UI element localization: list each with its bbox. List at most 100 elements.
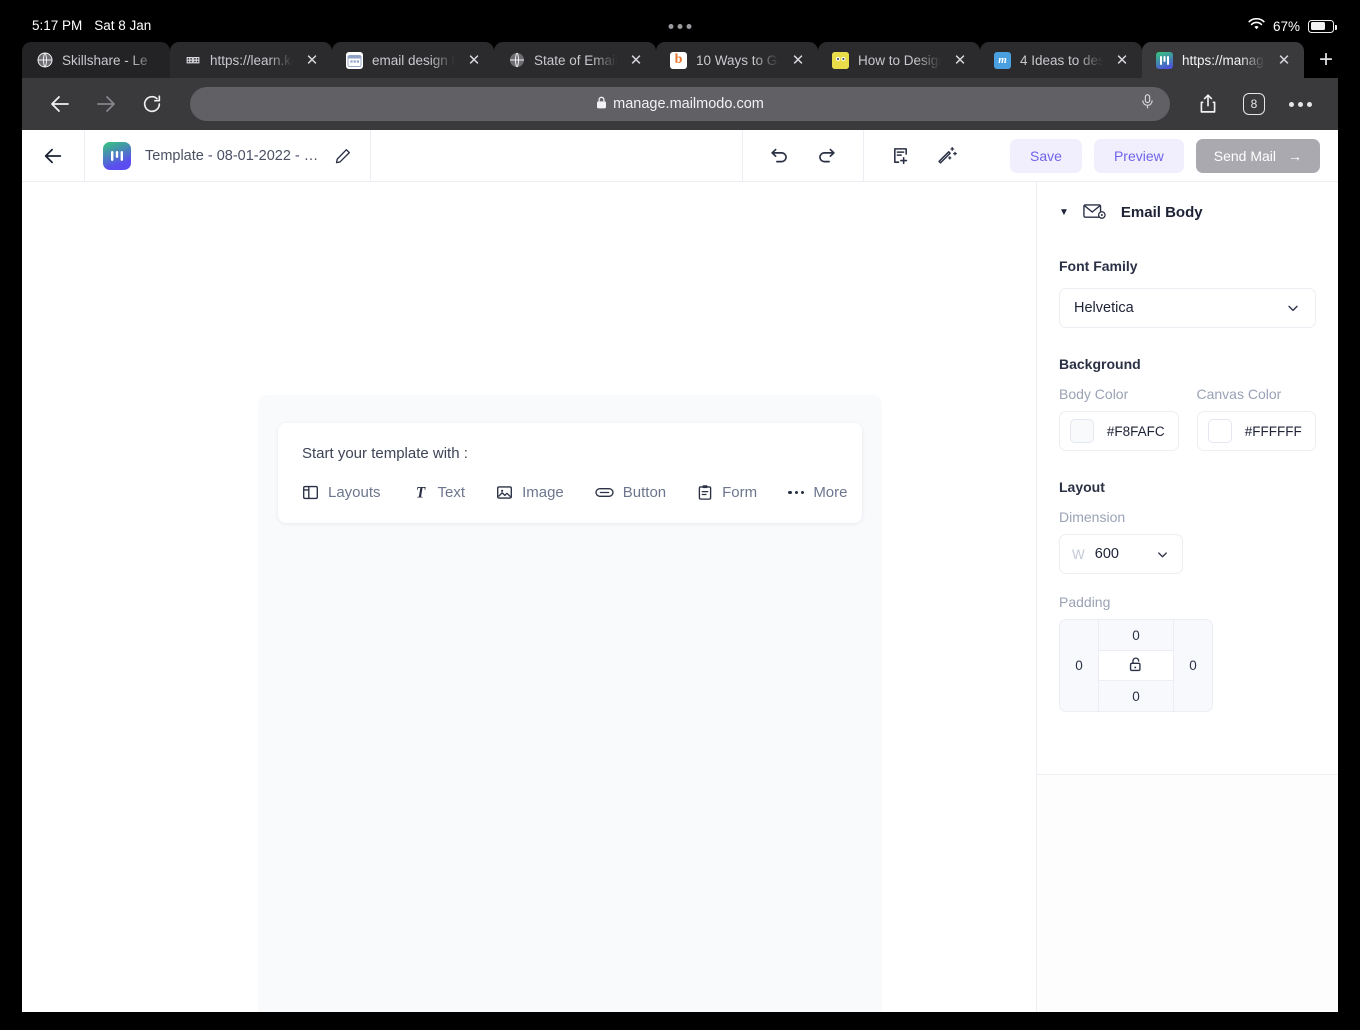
- browser-tab-title: 4 Ideas to desi: [1020, 52, 1103, 68]
- start-option-label: Layouts: [328, 484, 381, 501]
- tab-count-button[interactable]: 8: [1234, 84, 1274, 124]
- start-option-label: Button: [622, 484, 667, 501]
- globe-icon: [36, 52, 53, 69]
- start-option-image[interactable]: Image: [496, 484, 564, 501]
- email-body-container[interactable]: Start your template with : Layouts T Tex…: [258, 395, 882, 1012]
- padding-left-input[interactable]: 0: [1060, 620, 1098, 711]
- padding-lock-toggle[interactable]: [1099, 650, 1173, 681]
- font-family-value: Helvetica: [1074, 300, 1134, 316]
- tab-close-icon[interactable]: ✕: [1274, 50, 1294, 70]
- browser-tab[interactable]: How to Design ✕: [818, 42, 980, 78]
- padding-right-input[interactable]: 0: [1174, 620, 1212, 711]
- browser-tab-title: Skillshare - Le: [62, 52, 148, 68]
- browser-tab-strip: Skillshare - Le ⊞⊞ https://learn.ke ✕ em…: [22, 42, 1338, 78]
- browser-tab-active[interactable]: https://manage ✕: [1142, 42, 1304, 78]
- status-time: 5:17 PM: [32, 18, 83, 33]
- share-icon[interactable]: [1188, 84, 1228, 124]
- font-family-section-label: Font Family: [1059, 258, 1138, 274]
- body-color-field[interactable]: #F8FAFC: [1059, 411, 1179, 451]
- chevron-down-icon[interactable]: [1155, 547, 1170, 562]
- layouts-icon: [302, 484, 319, 501]
- microphone-icon[interactable]: [1139, 93, 1156, 115]
- chevron-down-icon: [1285, 300, 1301, 316]
- mailmodo-icon: [1156, 51, 1173, 69]
- template-name-label: Template - 08-01-2022 - 0...: [145, 147, 320, 164]
- layout-section-label: Layout: [1059, 479, 1105, 495]
- tab-close-icon[interactable]: ✕: [950, 50, 970, 70]
- font-family-select[interactable]: Helvetica: [1059, 288, 1316, 328]
- status-bar-left: 5:17 PM Sat 8 Jan: [32, 18, 151, 33]
- url-address-bar[interactable]: manage.mailmodo.com: [190, 87, 1170, 121]
- body-color-label: Body Color: [1059, 386, 1129, 402]
- back-arrow-icon[interactable]: [40, 84, 80, 124]
- tab-close-icon[interactable]: ✕: [788, 50, 808, 70]
- editor-back-button[interactable]: [22, 130, 84, 181]
- email-settings-icon: [1083, 202, 1107, 222]
- start-option-more[interactable]: More: [788, 484, 848, 501]
- panel-header[interactable]: ▼ Email Body: [1059, 202, 1316, 222]
- background-colors-row: Body Color #F8FAFC Canvas Color #FFFFFF: [1059, 386, 1316, 451]
- browser-tab[interactable]: Skillshare - Le: [22, 42, 170, 78]
- ipad-device-frame: 5:17 PM Sat 8 Jan 67% Skillshare - Le ⊞⊞…: [0, 0, 1360, 1030]
- editor-canvas[interactable]: Start your template with : Layouts T Tex…: [22, 182, 1036, 1012]
- caret-down-icon[interactable]: ▼: [1059, 207, 1069, 218]
- more-dots-icon[interactable]: [1280, 84, 1320, 124]
- width-value: 600: [1094, 546, 1119, 562]
- browser-tab-title: https://learn.ke: [210, 52, 293, 68]
- start-template-card: Start your template with : Layouts T Tex…: [278, 423, 862, 523]
- canvas-color-field[interactable]: #FFFFFF: [1196, 411, 1316, 451]
- start-option-label: Image: [522, 484, 564, 501]
- tab-close-icon[interactable]: ✕: [302, 50, 322, 70]
- new-tab-button[interactable]: +: [1304, 42, 1348, 78]
- padding-top-input[interactable]: 0: [1099, 620, 1173, 650]
- width-input[interactable]: W 600: [1059, 534, 1183, 574]
- button-icon: [595, 484, 614, 501]
- reload-icon[interactable]: [132, 84, 172, 124]
- tab-close-icon[interactable]: ✕: [626, 50, 646, 70]
- magic-wand-icon[interactable]: [937, 145, 958, 166]
- save-button[interactable]: Save: [1010, 138, 1082, 173]
- browser-tab[interactable]: b 10 Ways to Get ✕: [656, 42, 818, 78]
- url-value: manage.mailmodo.com: [613, 96, 764, 112]
- start-option-layouts[interactable]: Layouts: [302, 484, 381, 501]
- send-mail-button[interactable]: Send Mail →: [1195, 138, 1320, 173]
- start-option-text[interactable]: T Text: [412, 484, 465, 501]
- lock-icon: [596, 96, 607, 113]
- yellow-icon: [832, 51, 849, 69]
- forward-arrow-icon[interactable]: [86, 84, 126, 124]
- browser-tab[interactable]: State of Email ✕: [494, 42, 656, 78]
- add-page-icon[interactable]: [890, 145, 911, 166]
- battery-icon: [1308, 19, 1337, 33]
- start-option-button[interactable]: Button: [595, 484, 666, 501]
- canvas-color-value: #FFFFFF: [1244, 423, 1302, 439]
- browser-tab[interactable]: ⊞⊞ https://learn.ke ✕: [170, 42, 332, 78]
- start-option-label: More: [813, 484, 848, 501]
- multitask-handle-icon[interactable]: [668, 24, 692, 29]
- pencil-icon[interactable]: [334, 147, 352, 165]
- body-color-swatch[interactable]: [1070, 419, 1094, 443]
- background-section-label: Background: [1059, 356, 1141, 372]
- redo-icon[interactable]: [816, 145, 837, 166]
- dimension-label: Dimension: [1059, 509, 1126, 525]
- template-name-field[interactable]: Template - 08-01-2022 - 0...: [84, 130, 371, 181]
- tab-close-icon[interactable]: ✕: [464, 50, 484, 70]
- tab-close-icon[interactable]: ✕: [1112, 50, 1132, 70]
- learn-icon: ⊞⊞: [185, 54, 200, 65]
- undo-icon[interactable]: [769, 145, 790, 166]
- status-bar-right: 67%: [1248, 17, 1337, 34]
- padding-bottom-input[interactable]: 0: [1099, 681, 1173, 711]
- image-icon: [496, 484, 513, 501]
- width-prefix-label: W: [1072, 546, 1085, 562]
- battery-percent-label: 67%: [1272, 18, 1300, 34]
- browser-tab[interactable]: email design be ✕: [332, 42, 494, 78]
- preview-button[interactable]: Preview: [1093, 138, 1184, 173]
- more-dots-icon: [788, 490, 805, 495]
- wifi-icon: [1248, 17, 1265, 34]
- canvas-color-swatch[interactable]: [1207, 419, 1232, 443]
- mailmodo-logo-icon: [103, 141, 131, 170]
- start-option-form[interactable]: Form: [697, 484, 757, 501]
- browser-tab[interactable]: m 4 Ideas to desi ✕: [980, 42, 1142, 78]
